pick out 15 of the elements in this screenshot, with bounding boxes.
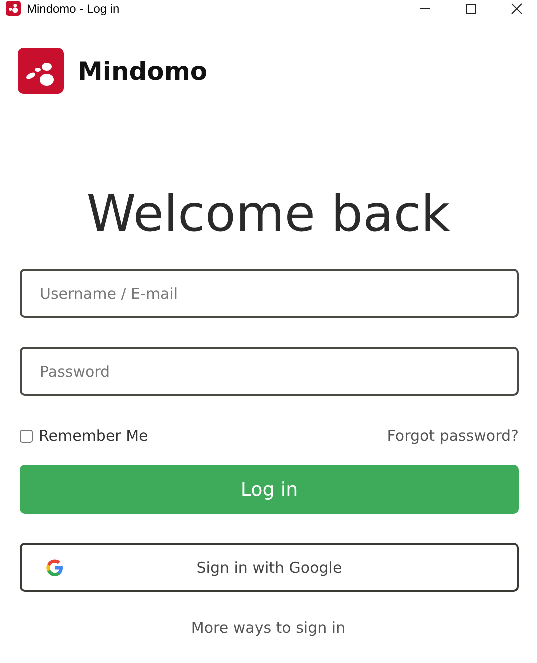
close-icon[interactable] [511, 2, 523, 14]
heading: Welcome back [86, 184, 452, 245]
google-icon [45, 558, 65, 578]
remember-checkbox[interactable] [20, 430, 33, 442]
logo-icon [18, 48, 64, 94]
more-sign-in-link[interactable]: More ways to sign in [191, 619, 346, 637]
window-title: Mindomo - Log in [27, 2, 120, 16]
app-icon [6, 1, 21, 16]
google-signin-button[interactable]: Sign in with Google [20, 543, 519, 592]
password-field[interactable]: Password [20, 347, 519, 396]
forgot-password-link[interactable]: Forgot password? [387, 427, 519, 445]
brand-name: Mindomo [78, 56, 208, 86]
username-field[interactable]: Username / E-mail [20, 269, 519, 318]
remember-label: Remember Me [39, 427, 148, 445]
maximize-icon[interactable] [465, 2, 477, 14]
